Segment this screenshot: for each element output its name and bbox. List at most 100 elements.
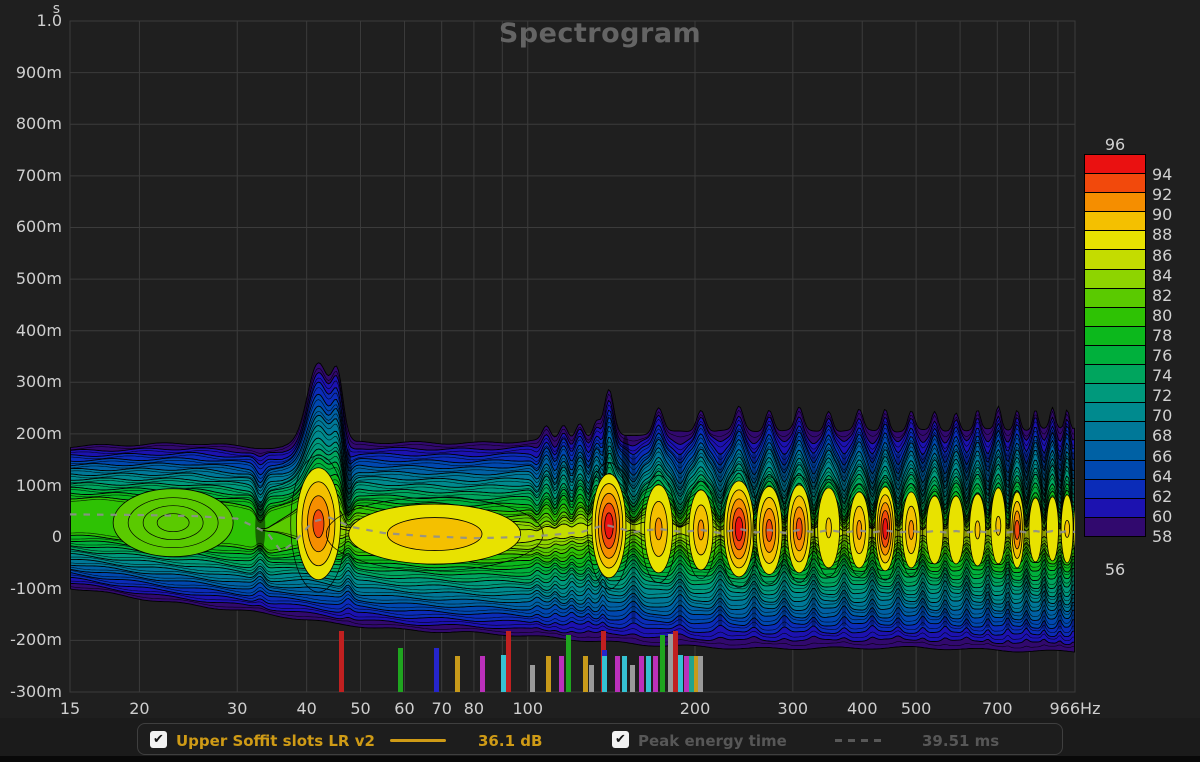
x-tick-label: 200 xyxy=(680,699,711,718)
colorbar-band xyxy=(1084,460,1146,480)
x-tick-label: 80 xyxy=(464,699,484,718)
colorbar-tick-label: 86 xyxy=(1152,246,1172,265)
colorbar-scale xyxy=(1084,155,1146,537)
colorbar-band xyxy=(1084,288,1146,308)
room-mode-marker xyxy=(546,656,551,692)
colorbar-tick-label: 88 xyxy=(1152,225,1172,244)
colorbar-band xyxy=(1084,517,1146,537)
legend-box: ✔ Upper Soffit slots LR v2 36.1 dB ✔ Pea… xyxy=(137,723,1063,755)
measurement-label: Upper Soffit slots LR v2 xyxy=(176,732,375,750)
y-tick-label: 900m xyxy=(0,63,62,82)
y-tick-label: 300m xyxy=(0,372,62,391)
x-tick-label: 20 xyxy=(129,699,149,718)
room-mode-marker xyxy=(698,656,703,692)
colorbar-max-label: 96 xyxy=(1084,135,1146,154)
room-mode-marker xyxy=(480,656,485,692)
colorbar-band xyxy=(1084,211,1146,231)
room-mode-marker xyxy=(653,656,658,692)
colorbar-band xyxy=(1084,269,1146,289)
colorbar-band xyxy=(1084,364,1146,384)
colorbar-tick-label: 90 xyxy=(1152,205,1172,224)
colorbar-band xyxy=(1084,402,1146,422)
x-tick-label: 300 xyxy=(778,699,809,718)
colorbar-tick-label: 94 xyxy=(1152,165,1172,184)
room-mode-marker xyxy=(583,656,588,692)
x-tick-label: 60 xyxy=(394,699,414,718)
room-mode-marker xyxy=(434,648,439,692)
room-mode-marker xyxy=(339,631,344,692)
colorbar-tick-label: 68 xyxy=(1152,426,1172,445)
colorbar-tick-label: 92 xyxy=(1152,185,1172,204)
x-tick-label: 700 xyxy=(982,699,1013,718)
colorbar-tick-label: 70 xyxy=(1152,406,1172,425)
colorbar-tick-label: 78 xyxy=(1152,326,1172,345)
y-tick-label: 500m xyxy=(0,269,62,288)
room-mode-marker xyxy=(566,635,571,692)
x-tick-label: 70 xyxy=(432,699,452,718)
room-mode-marker xyxy=(678,655,683,692)
room-mode-marker xyxy=(639,656,644,692)
colorbar-tick-label: 66 xyxy=(1152,447,1172,466)
colorbar-band xyxy=(1084,440,1146,460)
measurement-checkbox[interactable]: ✔ xyxy=(150,731,167,748)
colorbar-band xyxy=(1084,326,1146,346)
y-tick-label: -300m xyxy=(0,682,62,701)
colorbar-tick-label: 64 xyxy=(1152,467,1172,486)
x-tick-label: 500 xyxy=(901,699,932,718)
room-mode-marker xyxy=(602,656,607,692)
y-tick-label: -200m xyxy=(0,630,62,649)
colorbar-band xyxy=(1084,192,1146,212)
measurement-line-swatch xyxy=(390,739,446,742)
colorbar-band xyxy=(1084,498,1146,518)
check-icon: ✔ xyxy=(613,731,628,748)
colorbar-tick-label: 72 xyxy=(1152,386,1172,405)
peak-energy-value: 39.51 ms xyxy=(922,732,999,750)
peak-energy-dash-swatch xyxy=(835,739,885,742)
y-tick-label: 200m xyxy=(0,424,62,443)
y-tick-label: -100m xyxy=(0,579,62,598)
peak-energy-checkbox[interactable]: ✔ xyxy=(612,731,629,748)
room-mode-marker xyxy=(589,665,594,692)
room-mode-marker xyxy=(630,665,635,692)
x-tick-label: 15 xyxy=(60,699,80,718)
y-tick-label: 400m xyxy=(0,321,62,340)
room-mode-marker xyxy=(615,656,620,692)
room-mode-marker xyxy=(506,631,511,692)
colorbar-tick-label: 60 xyxy=(1152,507,1172,526)
y-tick-label: 0 xyxy=(0,527,62,546)
colorbar-band xyxy=(1084,479,1146,499)
x-tick-label: 100 xyxy=(512,699,543,718)
colorbar-tick-label: 82 xyxy=(1152,286,1172,305)
y-tick-label: 1.0 xyxy=(0,11,62,30)
y-tick-label: 100m xyxy=(0,476,62,495)
colorbar-band xyxy=(1084,173,1146,193)
colorbar-band xyxy=(1084,154,1146,174)
colorbar-tick-label: 80 xyxy=(1152,306,1172,325)
check-icon: ✔ xyxy=(151,731,166,748)
colorbar-band xyxy=(1084,230,1146,250)
x-tick-label: 50 xyxy=(350,699,370,718)
x-tick-label: 40 xyxy=(296,699,316,718)
room-mode-marker xyxy=(455,656,460,692)
measurement-value: 36.1 dB xyxy=(478,732,542,750)
spectrogram-canvas xyxy=(0,0,1200,718)
colorbar-band xyxy=(1084,307,1146,327)
y-tick-label: 700m xyxy=(0,166,62,185)
peak-energy-label: Peak energy time xyxy=(638,732,787,750)
room-mode-marker xyxy=(559,656,564,692)
room-mode-marker xyxy=(660,635,665,692)
x-tick-label: 30 xyxy=(227,699,247,718)
y-tick-label: 600m xyxy=(0,217,62,236)
x-tick-label: 966Hz xyxy=(1050,699,1101,718)
room-mode-marker xyxy=(622,656,627,692)
colorbar-tick-label: 74 xyxy=(1152,366,1172,385)
colorbar-tick-label: 62 xyxy=(1152,487,1172,506)
room-mode-marker xyxy=(646,656,651,692)
colorbar-band xyxy=(1084,421,1146,441)
y-tick-label: 800m xyxy=(0,114,62,133)
colorbar-band xyxy=(1084,249,1146,269)
spectrogram-window: Spectrogram s 1.0900m800m700m600m500m400… xyxy=(0,0,1200,762)
plot-area[interactable]: Spectrogram s 1.0900m800m700m600m500m400… xyxy=(0,0,1200,718)
x-tick-label: 400 xyxy=(847,699,878,718)
colorbar-tick-label: 84 xyxy=(1152,266,1172,285)
